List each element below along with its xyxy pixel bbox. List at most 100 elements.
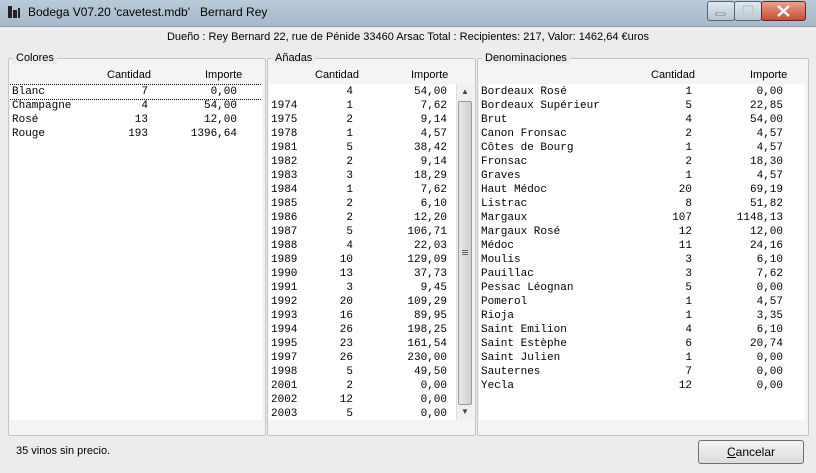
list-item[interactable]: Pomerol 1 4,57 bbox=[479, 295, 805, 309]
list-item[interactable]: 1985 2 6,10 bbox=[269, 197, 456, 211]
item-importe: 198,25 bbox=[407, 324, 447, 336]
item-importe: 0,00 bbox=[420, 408, 447, 420]
scroll-up-arrow-icon[interactable]: ▲ bbox=[457, 84, 473, 100]
item-cantidad: 10 bbox=[339, 254, 353, 266]
anadas-scrollbar[interactable]: ▲ ▼ bbox=[456, 84, 473, 420]
close-icon bbox=[777, 5, 790, 17]
list-item[interactable]: 1986 2 12,20 bbox=[269, 211, 456, 225]
list-item[interactable]: 1988 4 22,03 bbox=[269, 239, 456, 253]
item-cantidad: 5 bbox=[346, 142, 353, 154]
list-item[interactable]: Brut 4 54,00 bbox=[479, 113, 805, 127]
list-item[interactable]: 2002 12 0,00 bbox=[269, 393, 456, 407]
list-item[interactable]: 1982 2 9,14 bbox=[269, 155, 456, 169]
list-item[interactable]: Sauternes 7 0,00 bbox=[479, 365, 805, 379]
item-name: Haut Médoc bbox=[481, 184, 548, 196]
list-item[interactable]: Margaux 107 1148,13 bbox=[479, 211, 805, 225]
item-cantidad: 12 bbox=[678, 226, 692, 238]
item-name: Rosé bbox=[12, 114, 39, 126]
list-item[interactable]: 1983 3 18,29 bbox=[269, 169, 456, 183]
list-item[interactable]: 1993 16 89,95 bbox=[269, 309, 456, 323]
list-item[interactable]: Haut Médoc 20 69,19 bbox=[479, 183, 805, 197]
list-item[interactable]: Saint Estèphe 6 20,74 bbox=[479, 337, 805, 351]
list-item[interactable]: Côtes de Bourg 1 4,57 bbox=[479, 141, 805, 155]
list-item[interactable]: 1989 10 129,09 bbox=[269, 253, 456, 267]
item-name: Pomerol bbox=[481, 296, 528, 308]
item-importe: 109,29 bbox=[407, 296, 447, 308]
list-item[interactable]: Saint Emilion 4 6,10 bbox=[479, 323, 805, 337]
close-button[interactable] bbox=[761, 1, 806, 21]
item-name: 1986 bbox=[271, 212, 298, 224]
list-item[interactable]: 1992 20 109,29 bbox=[269, 295, 456, 309]
denominaciones-label: Denominaciones bbox=[482, 52, 570, 64]
colores-col-importe: Importe bbox=[205, 69, 243, 81]
denominaciones-col-importe: Importe bbox=[750, 69, 788, 81]
list-item[interactable]: 1987 5 106,71 bbox=[269, 225, 456, 239]
item-cantidad: 2 bbox=[346, 198, 353, 210]
maximize-button[interactable] bbox=[734, 1, 762, 21]
colores-list[interactable]: Blanc 7 0,00 Champagne 4 54,00 Rosé 13 12,00 Roug… bbox=[10, 84, 262, 420]
list-item[interactable]: Rouge 193 1396,64 bbox=[10, 127, 262, 141]
item-importe: 129,09 bbox=[407, 254, 447, 266]
item-cantidad: 1 bbox=[685, 352, 692, 364]
anadas-list[interactable]: 4 54,00 1974 1 7,62 1975 2 9,14 1978 1 4,57 1981 5 38… bbox=[269, 84, 456, 420]
list-item[interactable]: Pauillac 3 7,62 bbox=[479, 267, 805, 281]
list-item[interactable]: Blanc 7 0,00 bbox=[10, 84, 262, 100]
list-item[interactable]: Rosé 13 12,00 bbox=[10, 113, 262, 127]
list-item[interactable]: 1994 26 198,25 bbox=[269, 323, 456, 337]
item-name: Sauternes bbox=[481, 366, 541, 378]
list-item[interactable]: Saint Julien 1 0,00 bbox=[479, 351, 805, 365]
list-item[interactable]: 1975 2 9,14 bbox=[269, 113, 456, 127]
anadas-label: Añadas bbox=[272, 52, 316, 64]
item-name: 1974 bbox=[271, 100, 298, 112]
item-importe: 161,54 bbox=[407, 338, 447, 350]
item-importe: 9,14 bbox=[420, 156, 447, 168]
scroll-thumb[interactable] bbox=[458, 101, 472, 405]
item-name: 1997 bbox=[271, 352, 298, 364]
scroll-down-arrow-icon[interactable]: ▼ bbox=[457, 404, 473, 420]
list-item[interactable]: 1990 13 37,73 bbox=[269, 267, 456, 281]
list-item[interactable]: Médoc 11 24,16 bbox=[479, 239, 805, 253]
list-item[interactable]: Bordeaux Rosé 1 0,00 bbox=[479, 85, 805, 99]
list-item[interactable]: Champagne 4 54,00 bbox=[10, 99, 262, 113]
item-importe: 1396,64 bbox=[190, 128, 237, 140]
item-importe: 0,00 bbox=[756, 282, 783, 294]
list-item[interactable]: Rioja 1 3,35 bbox=[479, 309, 805, 323]
item-cantidad: 13 bbox=[134, 114, 148, 126]
list-item[interactable]: 1974 1 7,62 bbox=[269, 99, 456, 113]
list-item[interactable]: Graves 1 4,57 bbox=[479, 169, 805, 183]
item-cantidad: 2 bbox=[346, 114, 353, 126]
list-item[interactable]: Margaux Rosé 12 12,00 bbox=[479, 225, 805, 239]
list-item[interactable]: Listrac 8 51,82 bbox=[479, 197, 805, 211]
list-item[interactable]: 2001 2 0,00 bbox=[269, 379, 456, 393]
list-item[interactable]: Yecla 12 0,00 bbox=[479, 379, 805, 393]
anadas-col-importe: Importe bbox=[411, 69, 449, 81]
item-importe: 18,29 bbox=[413, 170, 447, 182]
minimize-button[interactable] bbox=[707, 1, 735, 21]
item-cantidad: 2 bbox=[685, 156, 692, 168]
list-item[interactable]: 2003 5 0,00 bbox=[269, 407, 456, 420]
item-importe: 9,14 bbox=[420, 114, 447, 126]
list-item[interactable]: Canon Fronsac 2 4,57 bbox=[479, 127, 805, 141]
list-item[interactable]: Fronsac 2 18,30 bbox=[479, 155, 805, 169]
item-cantidad: 7 bbox=[141, 86, 148, 98]
item-cantidad: 107 bbox=[672, 212, 692, 224]
list-item[interactable]: Pessac Léognan 5 0,00 bbox=[479, 281, 805, 295]
item-importe: 20,74 bbox=[749, 338, 783, 350]
list-item[interactable]: 1991 3 9,45 bbox=[269, 281, 456, 295]
cancel-button[interactable]: Cancelar bbox=[698, 440, 804, 464]
list-item[interactable]: Moulis 3 6,10 bbox=[479, 253, 805, 267]
list-item[interactable]: 1981 5 38,42 bbox=[269, 141, 456, 155]
item-cantidad: 12 bbox=[678, 380, 692, 392]
list-item[interactable]: 1984 1 7,62 bbox=[269, 183, 456, 197]
list-item[interactable]: 1995 23 161,54 bbox=[269, 337, 456, 351]
list-item[interactable]: 1998 5 49,50 bbox=[269, 365, 456, 379]
list-item[interactable]: 1978 1 4,57 bbox=[269, 127, 456, 141]
list-item[interactable]: 4 54,00 bbox=[269, 85, 456, 99]
list-item[interactable]: 1997 26 230,00 bbox=[269, 351, 456, 365]
list-item[interactable]: Bordeaux Supérieur 5 22,85 bbox=[479, 99, 805, 113]
item-name: 1983 bbox=[271, 170, 298, 182]
item-name: 1984 bbox=[271, 184, 298, 196]
denominaciones-list[interactable]: Bordeaux Rosé 1 0,00 Bordeaux Supérieur 5 22,… bbox=[479, 84, 805, 420]
item-cantidad: 13 bbox=[339, 268, 353, 280]
item-importe: 3,35 bbox=[756, 310, 783, 322]
